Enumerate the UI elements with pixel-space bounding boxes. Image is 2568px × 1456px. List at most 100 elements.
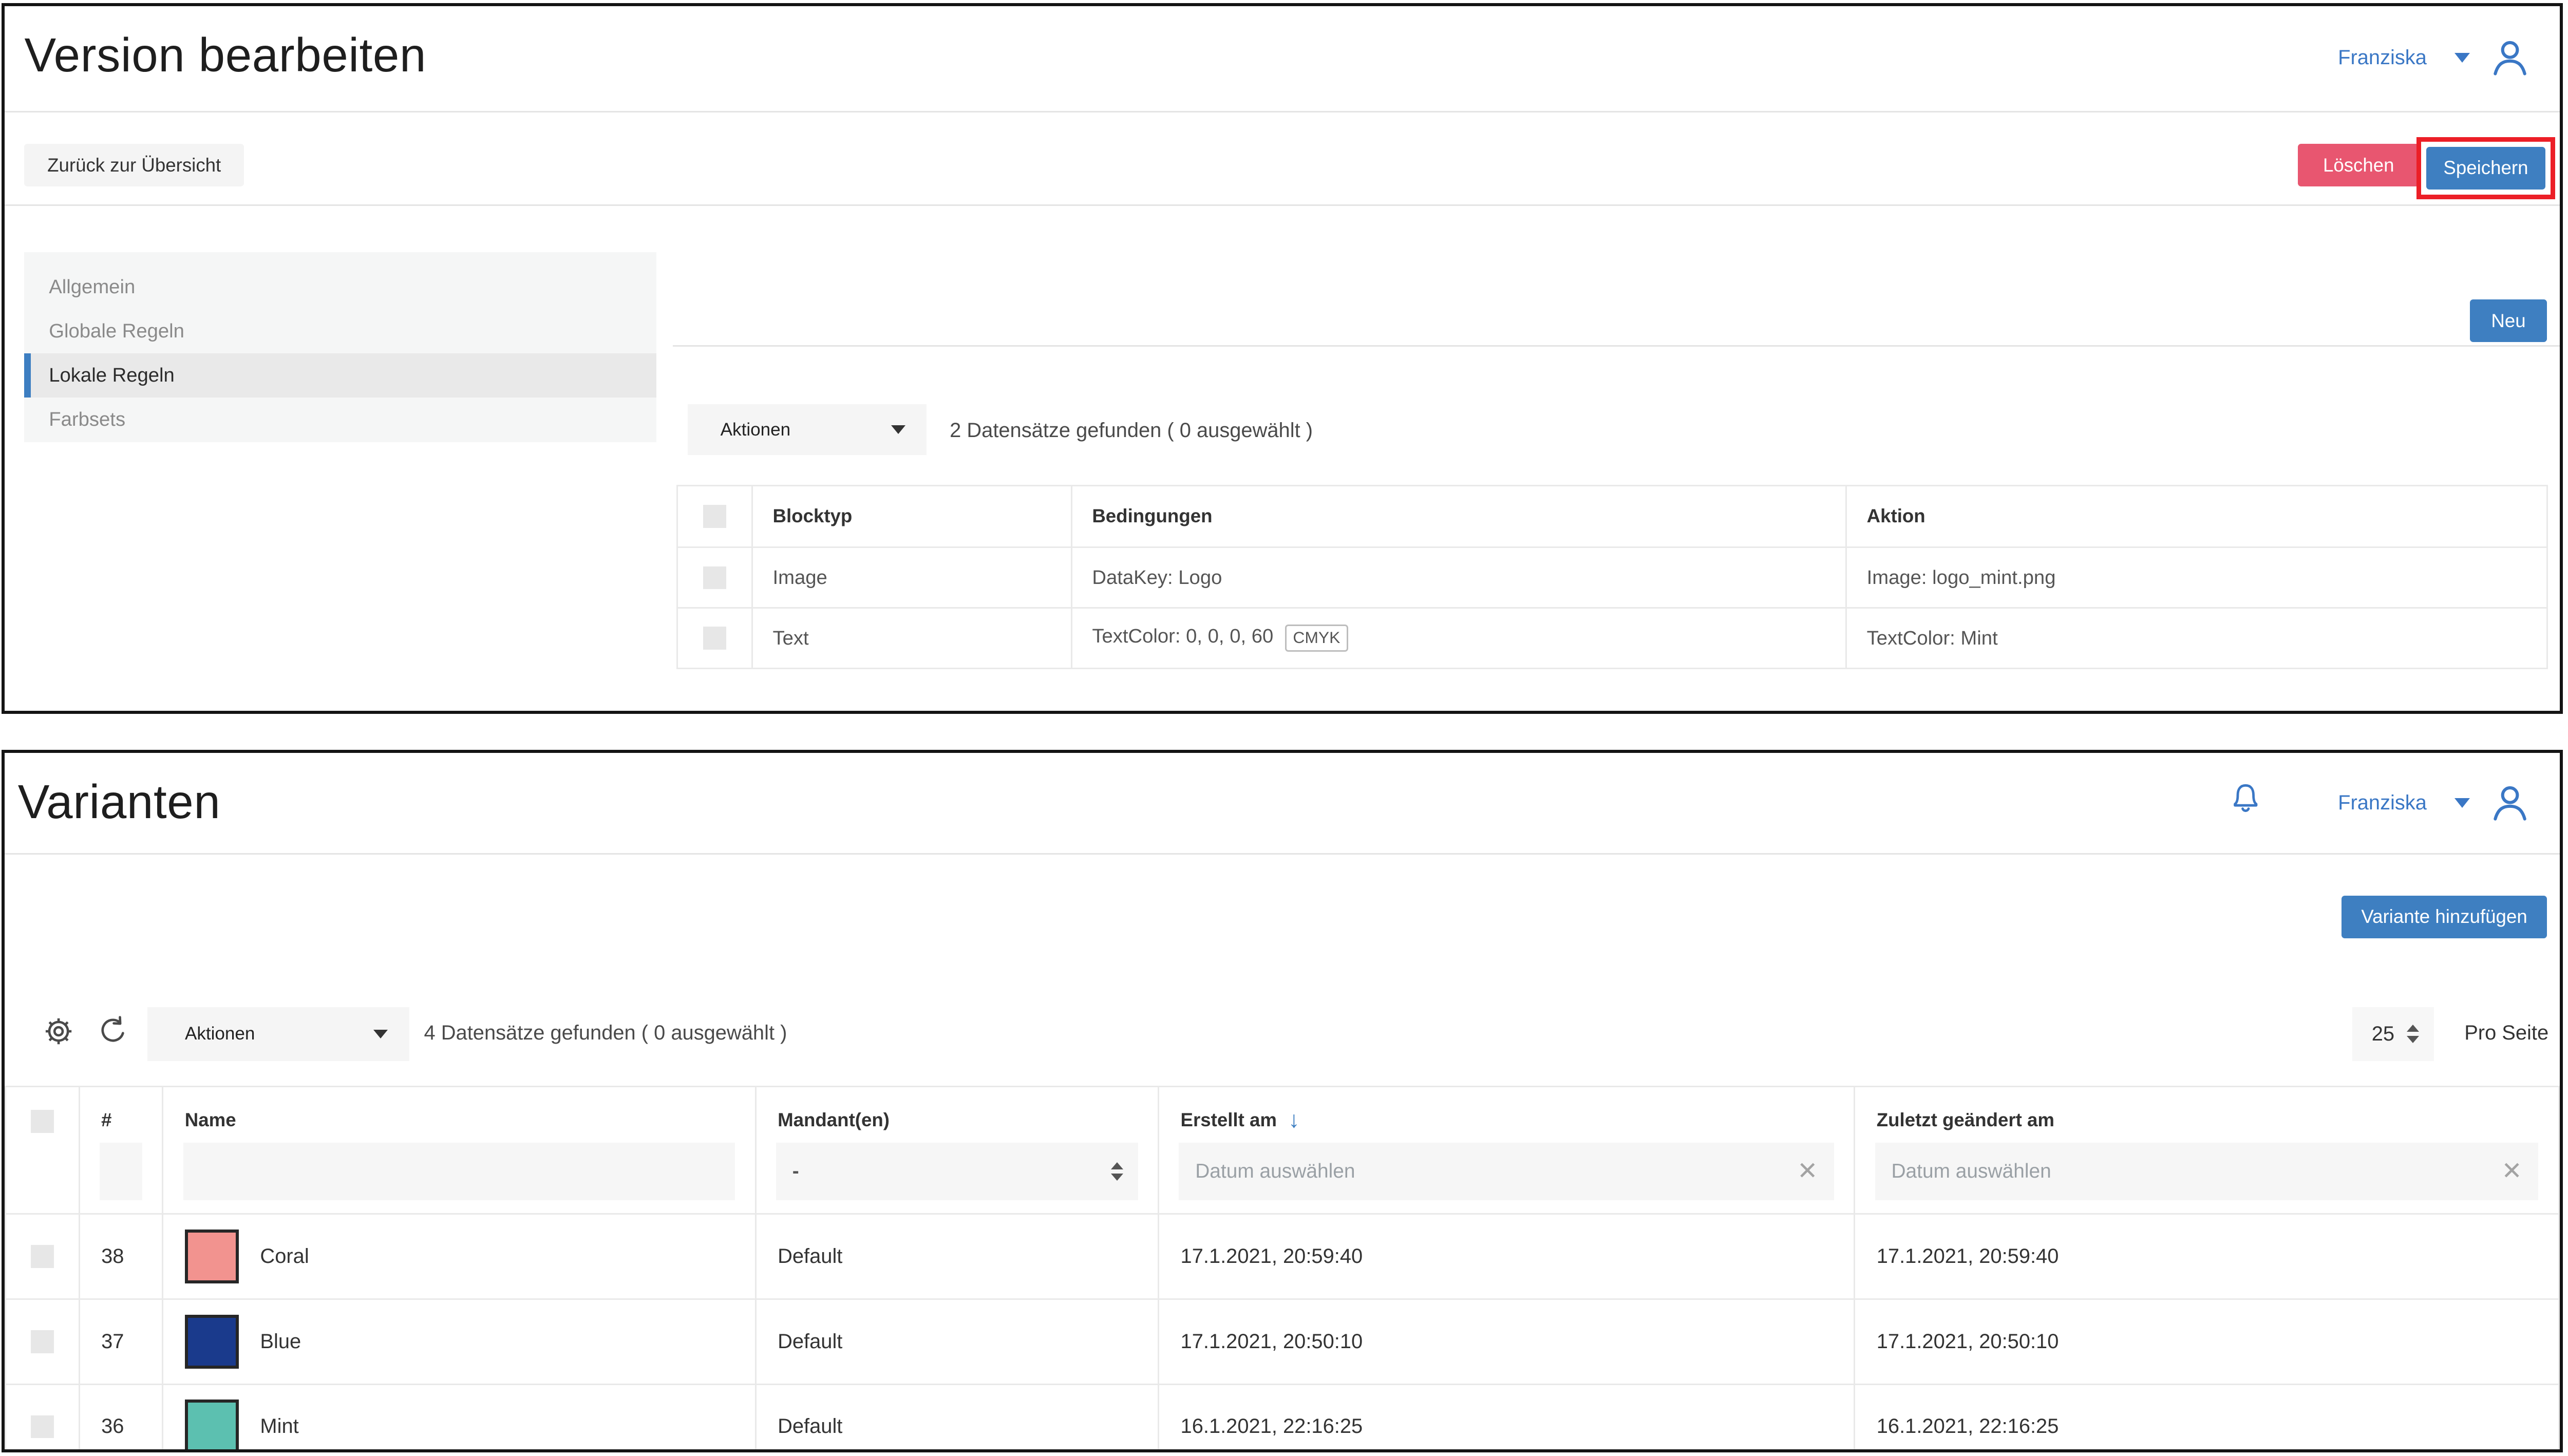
chevron-down-icon [373, 1030, 388, 1038]
cell-blocktyp: Image [752, 547, 1072, 608]
cell-aktion: TextColor: Mint [1846, 608, 2547, 669]
actions-dropdown-label: Aktionen [147, 1024, 255, 1044]
cell-mandant: Default [756, 1214, 1158, 1299]
edit-version-panel: Version bearbeiten Franziska Zurück zur … [2, 3, 2563, 714]
actions-dropdown-label: Aktionen [688, 420, 790, 440]
cell-bedingungen: DataKey: Logo [1072, 547, 1846, 608]
cell-created: 17.1.2021, 20:59:40 [1159, 1214, 1855, 1299]
cell-mandant: Default [756, 1299, 1158, 1384]
per-page-value: 25 [2352, 1023, 2395, 1046]
row-checkbox[interactable] [703, 566, 726, 590]
cmyk-badge: CMYK [1285, 625, 1349, 652]
sidebar-item-label: Farbsets [49, 408, 125, 430]
result-summary: 2 Datensätze gefunden ( 0 ausgewählt ) [950, 419, 1313, 442]
actions-dropdown[interactable]: Aktionen [147, 1007, 409, 1061]
bell-icon[interactable] [2226, 778, 2265, 817]
table-row[interactable]: Text TextColor: 0, 0, 0, 60CMYK TextColo… [677, 608, 2547, 669]
cell-modified: 16.1.2021, 22:16:25 [1855, 1384, 2559, 1452]
row-checkbox[interactable] [31, 1330, 54, 1353]
variant-name: Blue [260, 1330, 301, 1353]
column-label[interactable]: Erstellt am [1181, 1109, 1277, 1131]
table-header-row: # Name Mandant(en) - Erstellt am Zuletzt… [6, 1086, 2559, 1214]
row-checkbox[interactable] [703, 627, 726, 650]
annotation-highlight-box: Speichern [2416, 137, 2555, 199]
result-summary: 4 Datensätze gefunden ( 0 ausgewählt ) [424, 1022, 787, 1045]
column-label: Zuletzt geändert am [1855, 1102, 2558, 1138]
sidebar-item-label: Allgemein [49, 276, 135, 298]
person-icon[interactable] [2488, 781, 2532, 825]
column-label: Mandant(en) [757, 1102, 1158, 1138]
cell-bedingungen: TextColor: 0, 0, 0, 60CMYK [1072, 608, 1846, 669]
user-menu[interactable]: Franziska [2338, 36, 2532, 80]
created-date-filter[interactable] [1179, 1143, 1834, 1200]
column-header-mandant: Mandant(en) - [756, 1086, 1158, 1214]
cell-name: Coral [163, 1214, 756, 1299]
sidebar-item-label: Lokale Regeln [49, 364, 175, 386]
column-header-id: # [79, 1086, 163, 1214]
cell-id: 37 [79, 1299, 163, 1384]
column-header-created: Erstellt am [1159, 1086, 1855, 1214]
table-row[interactable]: 38 Coral Default 17.1.2021, 20:59:40 17.… [6, 1214, 2559, 1299]
mandant-filter-select[interactable]: - [776, 1143, 1138, 1200]
select-all-checkbox[interactable] [31, 1110, 54, 1133]
chevron-down-icon[interactable] [2454, 53, 2470, 63]
cell-modified: 17.1.2021, 20:59:40 [1855, 1214, 2559, 1299]
per-page-label: Pro Seite [2464, 1022, 2548, 1045]
cell-id: 36 [79, 1384, 163, 1452]
divider [5, 204, 2560, 206]
cell-created: 17.1.2021, 20:50:10 [1159, 1299, 1855, 1384]
column-label: Name [163, 1102, 754, 1138]
clear-x-icon[interactable] [2502, 1159, 2522, 1184]
variants-table: # Name Mandant(en) - Erstellt am Zuletzt… [5, 1086, 2560, 1453]
name-filter-input[interactable] [183, 1143, 735, 1200]
back-to-overview-button[interactable]: Zurück zur Übersicht [24, 144, 243, 186]
divider [673, 345, 2560, 347]
user-menu[interactable]: Franziska [2338, 781, 2532, 825]
new-button[interactable]: Neu [2470, 299, 2547, 342]
variants-panel: Varianten Franziska Variante hinzufügen … [2, 750, 2563, 1452]
person-icon[interactable] [2488, 36, 2532, 80]
id-filter-input[interactable] [100, 1143, 142, 1200]
gear-icon[interactable] [41, 1013, 77, 1049]
table-row[interactable]: 36 Mint Default 16.1.2021, 22:16:25 16.1… [6, 1384, 2559, 1452]
row-checkbox[interactable] [31, 1245, 54, 1268]
sidebar-item-allgemein[interactable]: Allgemein [24, 265, 656, 309]
table-header-row: Blocktyp Bedingungen Aktion [677, 485, 2547, 547]
chevron-down-icon[interactable] [2454, 798, 2470, 808]
table-row[interactable]: Image DataKey: Logo Image: logo_mint.png [677, 547, 2547, 608]
mandant-filter-value: - [792, 1160, 799, 1183]
actions-dropdown[interactable]: Aktionen [688, 404, 927, 455]
user-name[interactable]: Franziska [2338, 46, 2427, 69]
modified-date-filter[interactable] [1875, 1143, 2539, 1200]
column-header-name: Name [163, 1086, 756, 1214]
up-down-stepper-icon[interactable] [2407, 1025, 2419, 1043]
up-down-stepper-icon [1111, 1162, 1123, 1181]
page-title: Version bearbeiten [24, 28, 426, 83]
column-header-aktion: Aktion [1846, 485, 2547, 547]
save-button[interactable]: Speichern [2426, 147, 2546, 190]
cell-created: 16.1.2021, 22:16:25 [1159, 1384, 1855, 1452]
table-row[interactable]: 37 Blue Default 17.1.2021, 20:50:10 17.1… [6, 1299, 2559, 1384]
column-header-modified: Zuletzt geändert am [1855, 1086, 2559, 1214]
select-all-checkbox[interactable] [703, 505, 726, 528]
per-page-select[interactable]: 25 [2352, 1007, 2434, 1061]
variant-name: Coral [260, 1245, 309, 1268]
clear-x-icon[interactable] [1797, 1159, 1818, 1184]
active-indicator-bar [24, 353, 31, 398]
sort-down-arrow-icon[interactable] [1288, 1107, 1299, 1133]
cell-modified: 17.1.2021, 20:50:10 [1855, 1299, 2559, 1384]
user-name[interactable]: Franziska [2338, 791, 2427, 815]
local-rules-table: Blocktyp Bedingungen Aktion Image DataKe… [676, 485, 2548, 670]
row-checkbox[interactable] [31, 1415, 54, 1439]
sidebar-item-farbsets[interactable]: Farbsets [24, 398, 656, 442]
column-label: # [80, 1102, 162, 1138]
sidebar-item-lokale-regeln[interactable]: Lokale Regeln [24, 353, 656, 398]
chevron-down-icon [891, 425, 905, 434]
add-variant-button[interactable]: Variante hinzufügen [2342, 896, 2547, 938]
variant-name: Mint [260, 1415, 298, 1438]
delete-button[interactable]: Löschen [2298, 144, 2419, 186]
sidebar-item-globale-regeln[interactable]: Globale Regeln [24, 309, 656, 353]
refresh-icon[interactable] [95, 1013, 131, 1049]
page-title: Varianten [18, 774, 221, 829]
cell-blocktyp: Text [752, 608, 1072, 669]
